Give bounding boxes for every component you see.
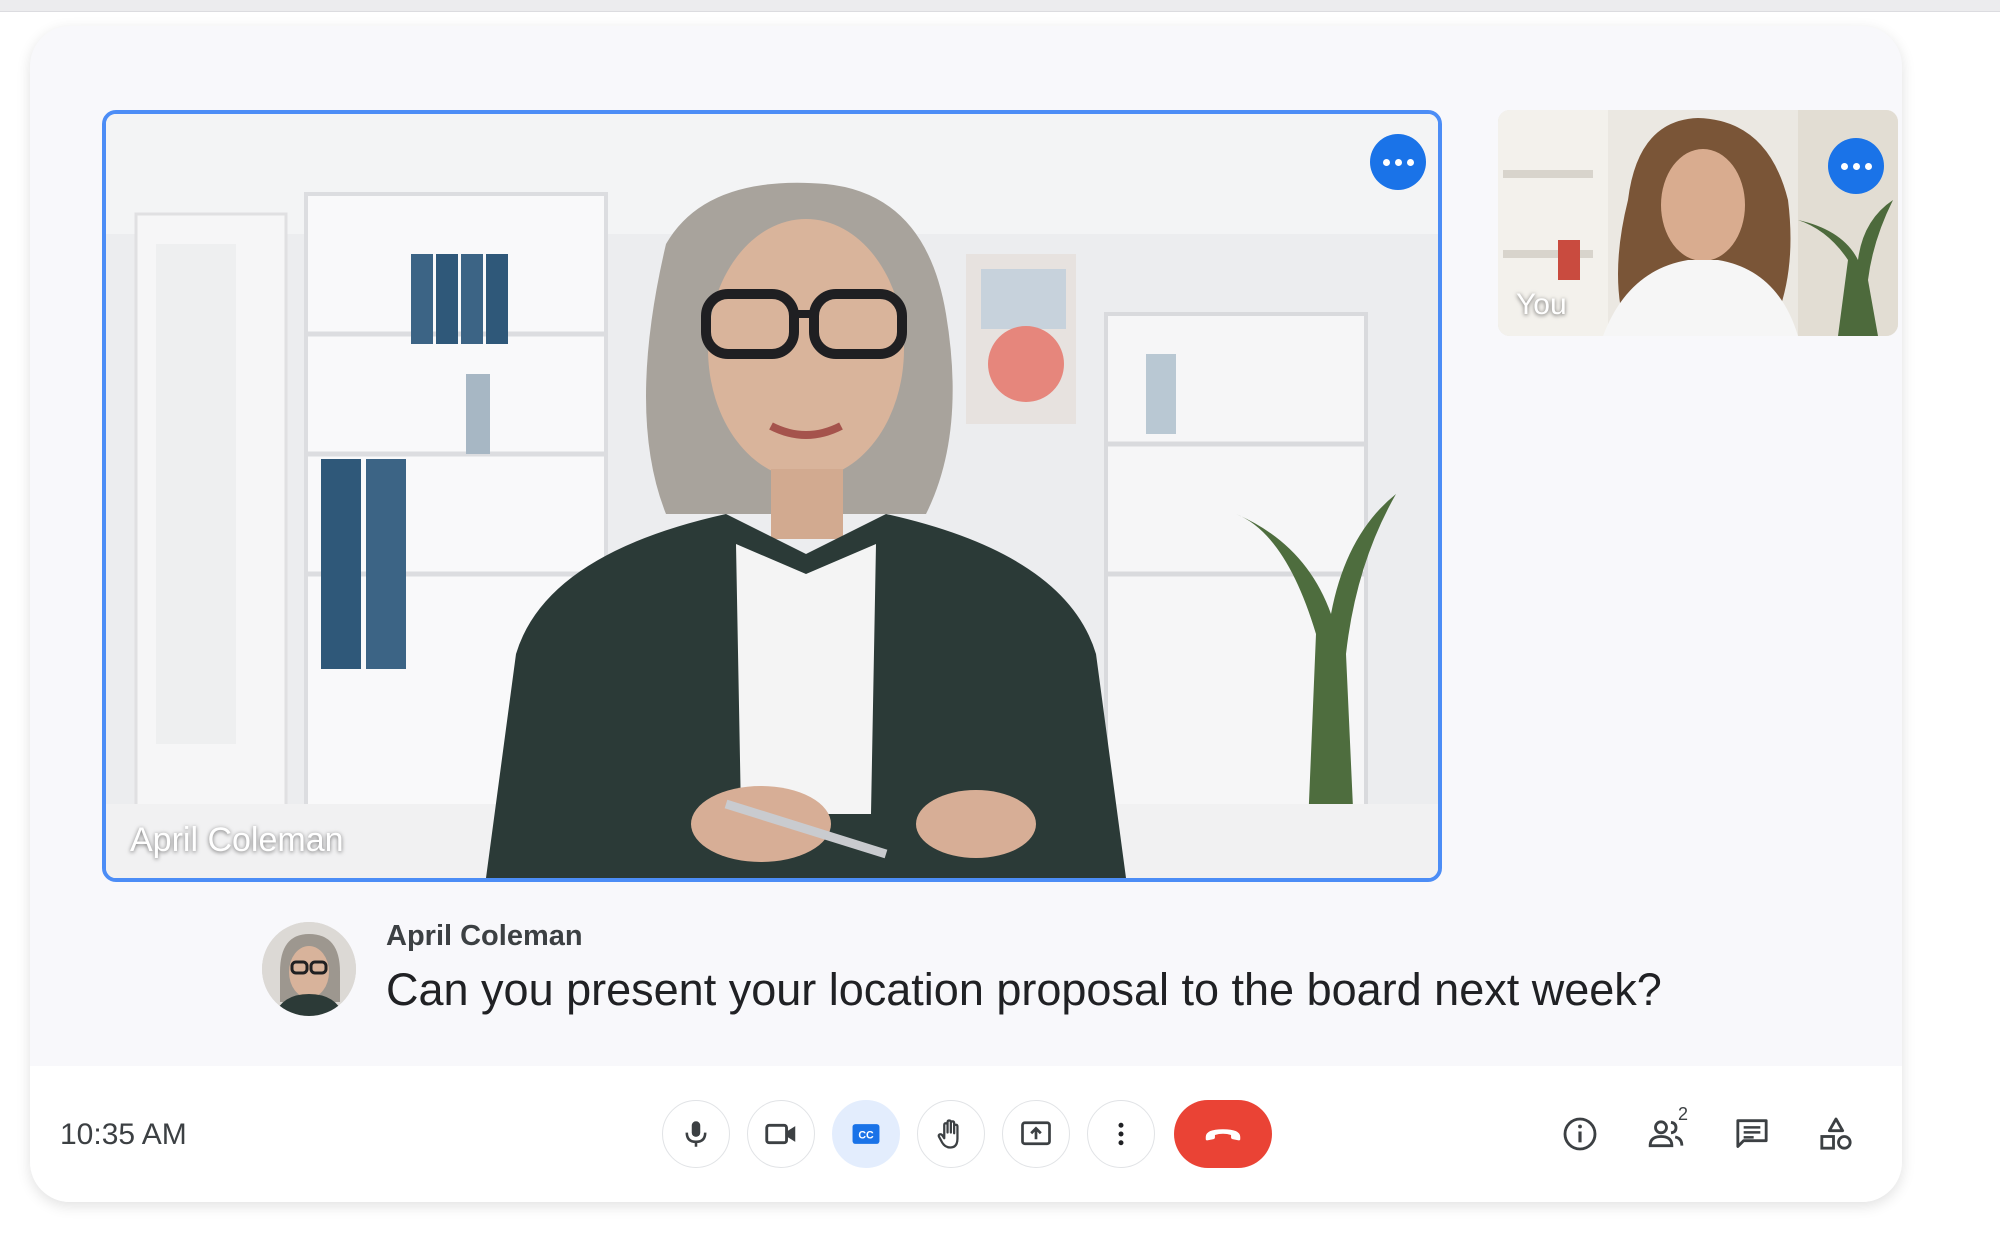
control-bar: 10:35 AM CC 2 (30, 1066, 1902, 1202)
speaker-avatar-image (262, 922, 356, 1016)
caption-text: Can you present your location proposal t… (386, 964, 1662, 1015)
live-caption: April Coleman Can you present your locat… (262, 916, 1822, 1036)
end-call-button[interactable] (1174, 1100, 1272, 1168)
main-tile-more-options-button[interactable] (1370, 134, 1426, 190)
dot (1840, 162, 1848, 170)
activities-button[interactable] (1808, 1106, 1864, 1162)
dot (1852, 162, 1860, 170)
caption-speaker-name: April Coleman (386, 920, 583, 952)
more-options-button[interactable] (1087, 1100, 1155, 1168)
participant-name-label: April Coleman (130, 821, 344, 859)
end-call-icon (1205, 1129, 1241, 1141)
self-video-tile[interactable]: You (1498, 110, 1898, 336)
raise-hand-button[interactable] (917, 1100, 985, 1168)
info-icon (1563, 1117, 1597, 1151)
people-count-badge: 2 (1678, 1104, 1689, 1124)
more-vert-icon (1118, 1122, 1124, 1146)
present-screen-button[interactable] (1002, 1100, 1070, 1168)
meeting-window: April Coleman You April Coleman Can you … (30, 26, 1902, 1202)
svg-text:CC: CC (858, 1130, 874, 1142)
dot (1394, 158, 1402, 166)
main-video-tile[interactable]: April Coleman (102, 110, 1442, 882)
mic-icon (685, 1121, 707, 1147)
dot (1864, 162, 1872, 170)
self-label: You (1516, 288, 1567, 321)
self-tile-more-options-button[interactable] (1828, 138, 1884, 194)
raise-hand-icon (937, 1119, 959, 1149)
closed-captions-icon: CC (852, 1124, 880, 1144)
browser-top-strip (0, 0, 2000, 12)
camera-icon (765, 1123, 796, 1145)
captions-button[interactable]: CC (832, 1100, 900, 1168)
main-video-feed (106, 114, 1438, 878)
camera-button[interactable] (747, 1100, 815, 1168)
activities-icon (1820, 1117, 1852, 1150)
microphone-button[interactable] (662, 1100, 730, 1168)
people-button[interactable]: 2 (1638, 1104, 1694, 1162)
present-screen-icon (1021, 1121, 1051, 1146)
chat-icon (1736, 1119, 1768, 1148)
chat-button[interactable] (1724, 1106, 1780, 1162)
meeting-info-button[interactable] (1552, 1106, 1608, 1162)
speaker-avatar (262, 922, 356, 1016)
dot (1406, 158, 1414, 166)
meeting-clock: 10:35 AM (60, 1118, 187, 1151)
dot (1382, 158, 1390, 166)
